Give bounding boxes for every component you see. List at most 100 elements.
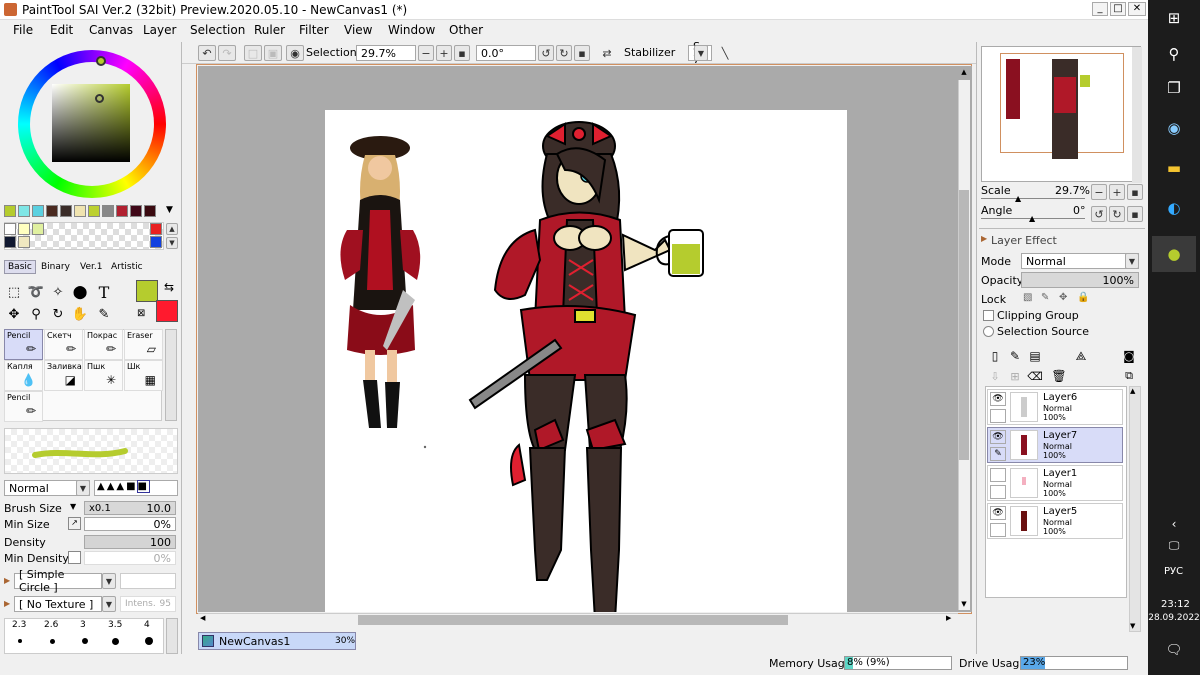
swatch[interactable] bbox=[60, 205, 72, 217]
swatch-scroll-up[interactable]: ▲ bbox=[166, 223, 178, 235]
flip-icon[interactable]: ⇄ bbox=[598, 45, 616, 61]
scroll-right-icon[interactable]: ▶ bbox=[946, 614, 956, 626]
layer-row[interactable]: 👁 Layer5 Normal 100% bbox=[987, 503, 1123, 539]
secondary-color[interactable] bbox=[156, 300, 178, 322]
density-slider[interactable]: 100 bbox=[84, 535, 176, 549]
pen-icon[interactable]: ✎ bbox=[990, 447, 1006, 461]
zoom-out-button[interactable]: − bbox=[1091, 184, 1107, 200]
redo-icon[interactable]: ↷ bbox=[218, 45, 236, 61]
rotate-reset-button[interactable]: ▪ bbox=[1127, 206, 1143, 222]
shape-expand-icon[interactable]: ▶ bbox=[4, 576, 10, 585]
lock-all-icon[interactable]: 🔒 bbox=[1077, 292, 1089, 303]
brush-slot[interactable]: Пшк ✳ bbox=[84, 360, 123, 391]
swatch[interactable] bbox=[18, 236, 30, 248]
brush-texture-dropdown-icon[interactable]: ▼ bbox=[102, 596, 116, 612]
menu-canvas[interactable]: Canvas bbox=[89, 23, 133, 37]
network-icon[interactable]: 🖵 bbox=[1162, 534, 1186, 558]
eye-icon[interactable]: ◉ bbox=[286, 45, 304, 61]
selection-source-checkbox[interactable] bbox=[983, 326, 994, 337]
hand-icon[interactable]: ✋ bbox=[70, 304, 90, 324]
swatch[interactable] bbox=[4, 236, 16, 248]
invert-selection-icon[interactable]: ▣ bbox=[264, 45, 282, 61]
rotate-left-icon[interactable]: ↺ bbox=[538, 45, 554, 61]
size-preset-label[interactable]: 3.5 bbox=[108, 620, 122, 630]
close-button[interactable]: ✕ bbox=[1128, 2, 1146, 16]
lock-move-icon[interactable]: ✥ bbox=[1059, 292, 1067, 303]
lock-paint-icon[interactable]: ✎ bbox=[1041, 292, 1049, 303]
horizontal-scroll-thumb[interactable] bbox=[358, 615, 788, 625]
sv-picker[interactable] bbox=[95, 94, 104, 103]
swatch[interactable] bbox=[46, 205, 58, 217]
chevron-left-icon[interactable]: ‹ bbox=[1162, 512, 1186, 536]
layer-row[interactable]: 👁 Layer6 Normal 100% bbox=[987, 389, 1123, 425]
notification-icon[interactable]: 🗨 bbox=[1162, 638, 1186, 662]
tab-artistic[interactable]: Artistic bbox=[108, 260, 146, 274]
duplicate-layer-icon[interactable]: ⧉ bbox=[1119, 366, 1139, 386]
layer-list-scrollbar[interactable] bbox=[1129, 386, 1141, 632]
size-preset-dot[interactable] bbox=[50, 639, 55, 644]
menu-view[interactable]: View bbox=[344, 23, 372, 37]
brush-slot[interactable]: Капля 💧 bbox=[4, 360, 43, 391]
menu-window[interactable]: Window bbox=[388, 23, 435, 37]
file-explorer-icon[interactable]: ▬ bbox=[1162, 156, 1186, 180]
visibility-eye-icon[interactable]: 👁 bbox=[990, 506, 1006, 520]
layer-opacity-slider[interactable]: 100% bbox=[1021, 272, 1139, 288]
deselect-icon[interactable]: □ bbox=[244, 45, 262, 61]
search-icon[interactable]: ⚲ bbox=[1162, 42, 1186, 66]
language-indicator[interactable]: РУС bbox=[1164, 566, 1183, 577]
brush-slot[interactable]: Заливка ◪ bbox=[44, 360, 83, 391]
delete-layer-icon[interactable]: 🗑 bbox=[1049, 366, 1069, 386]
layer-row[interactable]: 👁 ✎ Layer7 Normal 100% bbox=[987, 427, 1123, 463]
rotate-right-icon[interactable]: ↻ bbox=[556, 45, 572, 61]
brush-slot[interactable]: Eraser ▱ bbox=[124, 329, 163, 360]
scale-slider[interactable] bbox=[981, 198, 1085, 199]
scroll-up-icon[interactable]: ▲ bbox=[959, 68, 969, 78]
menu-other[interactable]: Other bbox=[449, 23, 483, 37]
rotate-left-icon[interactable]: ↺ bbox=[1091, 206, 1107, 222]
blend-mode-dropdown-icon[interactable]: ▼ bbox=[76, 480, 90, 496]
visibility-toggle[interactable] bbox=[990, 468, 1006, 482]
size-preset-dot[interactable] bbox=[82, 638, 88, 644]
size-preset-dot[interactable] bbox=[145, 637, 153, 645]
menu-edit[interactable]: Edit bbox=[50, 23, 73, 37]
size-preset-label[interactable]: 2.6 bbox=[44, 620, 58, 630]
undo-icon[interactable]: ↶ bbox=[198, 45, 216, 61]
swatch[interactable] bbox=[74, 205, 86, 217]
edge-browser-icon[interactable]: ◐ bbox=[1162, 196, 1186, 220]
zoom-in-button[interactable]: + bbox=[1109, 184, 1125, 200]
zoom-icon[interactable]: ⚲ bbox=[26, 304, 46, 324]
move-icon[interactable]: ✥ bbox=[4, 304, 24, 324]
lasso-icon[interactable]: ➰ bbox=[26, 282, 46, 302]
menu-layer[interactable]: Layer bbox=[143, 23, 176, 37]
layer-options-icon[interactable]: ◙ bbox=[1119, 346, 1139, 366]
new-pen-layer-icon[interactable]: ✎ bbox=[1005, 346, 1025, 366]
windows-start-icon[interactable]: ⊞ bbox=[1162, 6, 1186, 30]
size-preset-dot[interactable] bbox=[18, 639, 22, 643]
swatch[interactable] bbox=[4, 205, 16, 217]
brush-texture-select[interactable]: [ No Texture ] bbox=[14, 596, 102, 612]
clipping-group-checkbox[interactable] bbox=[983, 310, 994, 321]
magic-wand-icon[interactable]: ✧ bbox=[48, 282, 68, 302]
layer-lock-slot[interactable] bbox=[990, 485, 1006, 499]
menu-ruler[interactable]: Ruler bbox=[254, 23, 285, 37]
tab-binary[interactable]: Binary bbox=[38, 260, 73, 274]
brush-slot[interactable]: Скетч ✏ bbox=[44, 329, 83, 360]
rotate-right-icon[interactable]: ↻ bbox=[1109, 206, 1125, 222]
clock-date[interactable]: 28.09.2022 bbox=[1148, 613, 1200, 623]
brush-size-slider[interactable]: x0.1 10.0 bbox=[84, 501, 176, 515]
scroll-left-icon[interactable]: ◀ bbox=[200, 614, 210, 626]
min-size-pressure-icon[interactable]: ↗ bbox=[68, 517, 81, 530]
size-preset-label[interactable]: 3 bbox=[80, 620, 86, 630]
swatch-menu-icon[interactable]: ▼ bbox=[166, 205, 173, 215]
brush-shape-dropdown-icon[interactable]: ▼ bbox=[102, 573, 116, 589]
swatch[interactable] bbox=[18, 205, 30, 217]
line-tool-icon[interactable]: ╲ bbox=[716, 45, 734, 61]
stabilizer-dropdown-icon[interactable]: ▼ bbox=[694, 45, 708, 61]
layer-lock-slot[interactable] bbox=[990, 523, 1006, 537]
layer-scroll-up-icon[interactable]: ▲ bbox=[1130, 387, 1135, 395]
layer-mode-select[interactable]: Normal bbox=[1021, 253, 1139, 269]
brush-slot[interactable]: Pencil ✏ bbox=[4, 329, 43, 360]
swatch[interactable] bbox=[88, 205, 100, 217]
menu-file[interactable]: File bbox=[13, 23, 33, 37]
zoom-reset-button[interactable]: ▪ bbox=[1127, 184, 1143, 200]
